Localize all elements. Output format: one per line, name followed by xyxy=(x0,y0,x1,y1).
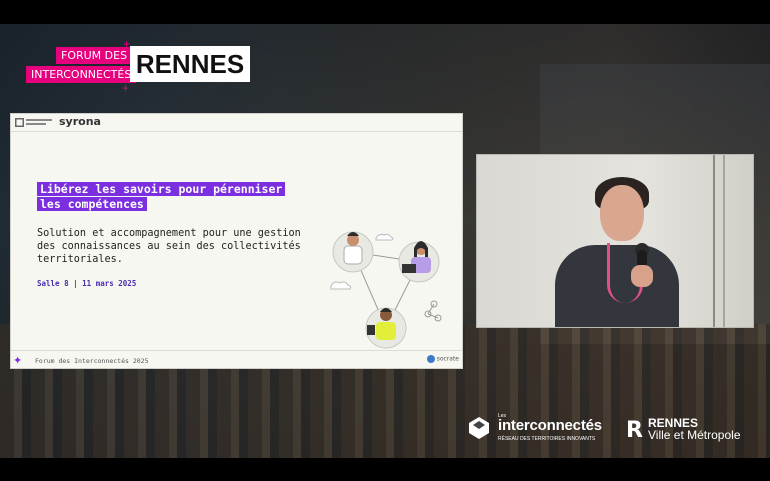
plus-mark: + xyxy=(122,81,130,95)
forum-logo-line2: INTERCONNECTÉS xyxy=(26,66,137,83)
door-frame xyxy=(723,155,725,327)
interconnectes-cube-icon xyxy=(469,417,489,439)
socrate-logo: socrate xyxy=(426,355,459,363)
interconnectes-tagline: RÉSEAU DES TERRITOIRES INNOVANTS xyxy=(498,436,596,442)
slide-footer: ✦ Forum des Interconnectés 2025 socrate xyxy=(11,350,462,368)
slide-title-line2: les compétences xyxy=(37,197,147,211)
forum-logo-line1: FORUM DES xyxy=(56,47,133,64)
marseille-logo xyxy=(15,118,52,127)
slide-room-date: Salle 8 | 11 mars 2025 xyxy=(37,279,137,288)
slide-header: syrona xyxy=(11,114,462,132)
speaker-camera-feed xyxy=(476,154,754,328)
socrate-logo-label: socrate xyxy=(436,355,459,363)
slide-title-line1: Libérez les savoirs pour pérenniser xyxy=(37,182,286,196)
socrate-dot-icon xyxy=(426,355,435,363)
people-network-illustration xyxy=(330,231,442,349)
rennes-r-icon: R xyxy=(626,418,643,443)
speaker-head xyxy=(600,185,644,241)
forum-bird-icon: ✦ xyxy=(13,355,23,367)
slide-footer-text: Forum des Interconnectés 2025 xyxy=(35,357,149,365)
syrona-logo: syrona xyxy=(59,115,101,128)
interconnectes-name: interconnectés xyxy=(498,417,602,434)
door-frame xyxy=(713,155,715,327)
speaker-hand xyxy=(631,265,653,287)
slide-subtitle: Solution et accompagnement pour une gest… xyxy=(37,228,301,265)
video-stage: + + FORUM DES INTERCONNECTÉS RENNES syro… xyxy=(0,24,770,458)
forum-city: RENNES xyxy=(130,46,250,82)
slide-title: Libérez les savoirs pour pérenniser les … xyxy=(37,182,307,212)
presentation-slide: syrona Libérez les savoirs pour pérennis… xyxy=(10,113,463,369)
rennes-subtitle: Ville et Métropole xyxy=(648,428,741,442)
